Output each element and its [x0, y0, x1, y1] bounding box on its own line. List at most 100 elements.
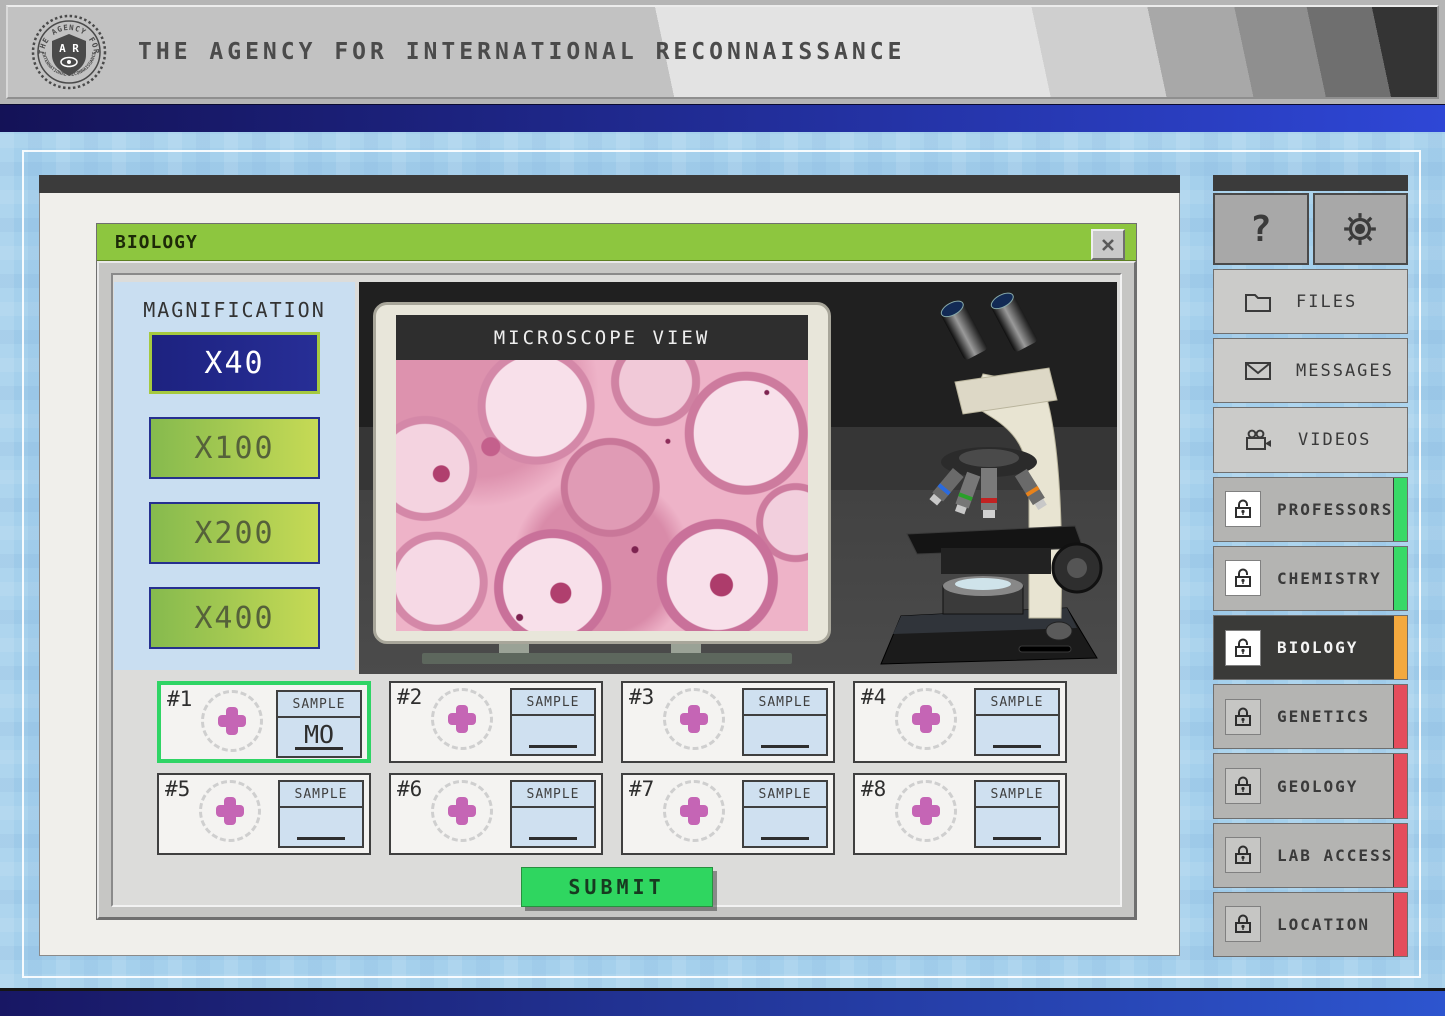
sidebar-item-biology[interactable]: BIOLOGY: [1213, 615, 1408, 680]
sample-input-box: SAMPLE: [974, 780, 1060, 848]
slot-number: #3: [629, 685, 654, 709]
specimen-blob-icon: [448, 705, 476, 733]
app-header: THE AGENCY FOR INTERNATIONAL RECONNAISSA…: [0, 0, 1445, 104]
magnification-x40-button[interactable]: X40: [149, 332, 320, 394]
sample-value-field[interactable]: [297, 837, 345, 840]
gear-icon: [1341, 210, 1379, 248]
status-stripe: [1393, 616, 1407, 679]
status-stripe: [1393, 754, 1407, 817]
microscope-area: MICROSCOPE VIEW: [359, 282, 1117, 674]
slot-number: #7: [629, 777, 654, 801]
question-mark-icon: ?: [1250, 209, 1272, 250]
padlock-locked-icon: [1231, 774, 1255, 798]
status-stripe: [1393, 893, 1407, 956]
microscope-illustration: [871, 286, 1107, 670]
sample-slot-7[interactable]: #7 SAMPLE: [621, 773, 835, 855]
sample-slot-8[interactable]: #8 SAMPLE: [853, 773, 1067, 855]
bottom-blue-bar: [0, 988, 1445, 1016]
microscope-monitor: MICROSCOPE VIEW: [373, 302, 831, 644]
slot-number: #2: [397, 685, 422, 709]
sample-input-box: SAMPLE MO: [276, 690, 362, 758]
close-button[interactable]: [1091, 229, 1125, 260]
microscope-cell-image: [396, 360, 808, 631]
sample-value-field[interactable]: [761, 837, 809, 840]
sample-value-field[interactable]: MO: [295, 722, 343, 750]
sample-slot-4[interactable]: #4 SAMPLE: [853, 681, 1067, 763]
status-stripe: [1393, 824, 1407, 887]
magnification-x400-button[interactable]: X400: [149, 587, 320, 649]
application-root: THE AGENCY FOR INTERNATIONAL RECONNAISSA…: [0, 0, 1445, 1016]
sample-box-label: SAMPLE: [976, 690, 1058, 716]
seal-monogram: A R: [59, 42, 79, 55]
specimen-blob-icon: [912, 797, 940, 825]
sidebar-item-files[interactable]: FILES: [1213, 269, 1408, 334]
sample-input-box: SAMPLE: [510, 688, 596, 756]
padlock-unlocked-icon: [1231, 566, 1255, 590]
sidebar-item-chemistry[interactable]: CHEMISTRY: [1213, 546, 1408, 611]
sample-slot-2[interactable]: #2 SAMPLE: [389, 681, 603, 763]
window-body: MAGNIFICATION X40 X100 X200 X400 MICROSC…: [97, 261, 1136, 919]
slot-number: #4: [861, 685, 886, 709]
help-button[interactable]: ?: [1213, 193, 1309, 265]
specimen-blob-icon: [912, 705, 940, 733]
sample-value-field[interactable]: [761, 745, 809, 748]
sample-input-box: SAMPLE: [278, 780, 364, 848]
sample-slot-1[interactable]: #1 SAMPLE MO: [157, 681, 371, 763]
sample-box-label: SAMPLE: [976, 782, 1058, 808]
specimen-blob-icon: [218, 707, 246, 735]
padlock-unlocked-icon: [1231, 497, 1255, 521]
magnification-panel: MAGNIFICATION X40 X100 X200 X400: [114, 282, 355, 670]
sidebar: ? FILES: [1213, 175, 1408, 957]
microscope-view-title: MICROSCOPE VIEW: [396, 315, 808, 360]
main-panel-topbar: [39, 175, 1180, 193]
sidebar-item-genetics[interactable]: GENETICS: [1213, 684, 1408, 749]
specimen-blob-icon: [448, 797, 476, 825]
sample-slot-6[interactable]: #6 SAMPLE: [389, 773, 603, 855]
specimen-dish: [663, 688, 725, 750]
sample-slot-5[interactable]: #5 SAMPLE: [157, 773, 371, 855]
sidebar-item-geology[interactable]: GEOLOGY: [1213, 753, 1408, 818]
specimen-dish: [431, 780, 493, 842]
sample-box-label: SAMPLE: [278, 692, 360, 718]
slot-number: #6: [397, 777, 422, 801]
specimen-dish: [431, 688, 493, 750]
specimen-dish: [895, 688, 957, 750]
magnification-x100-button[interactable]: X100: [149, 417, 320, 479]
window-titlebar: BIOLOGY: [97, 224, 1136, 261]
sample-slot-3[interactable]: #3 SAMPLE: [621, 681, 835, 763]
video-camera-icon: [1244, 428, 1274, 452]
sample-box-label: SAMPLE: [744, 782, 826, 808]
sample-value-field[interactable]: [993, 745, 1041, 748]
specimen-blob-icon: [680, 705, 708, 733]
sidebar-item-videos[interactable]: VIDEOS: [1213, 407, 1408, 472]
sidebar-item-professors[interactable]: PROFESSORS: [1213, 477, 1408, 542]
specimen-dish: [199, 780, 261, 842]
sample-box-label: SAMPLE: [280, 782, 362, 808]
settings-button[interactable]: [1313, 193, 1409, 265]
status-stripe: [1393, 478, 1407, 541]
specimen-dish: [201, 690, 263, 752]
seal-shield: [52, 34, 86, 76]
sidebar-item-location[interactable]: LOCATION: [1213, 892, 1408, 957]
slot-number: #8: [861, 777, 886, 801]
specimen-dish: [663, 780, 725, 842]
slot-number: #5: [165, 777, 190, 801]
sidebar-item-messages[interactable]: MESSAGES: [1213, 338, 1408, 403]
sidebar-topbar: [1213, 175, 1408, 191]
app-title: THE AGENCY FOR INTERNATIONAL RECONNAISSA…: [138, 39, 905, 65]
sample-value-field[interactable]: [529, 837, 577, 840]
specimen-blob-icon: [216, 797, 244, 825]
sample-input-box: SAMPLE: [510, 780, 596, 848]
sample-box-label: SAMPLE: [512, 690, 594, 716]
sample-value-field[interactable]: [529, 745, 577, 748]
sidebar-item-lab-access[interactable]: LAB ACCESS: [1213, 823, 1408, 888]
specimen-blob-icon: [680, 797, 708, 825]
magnification-x200-button[interactable]: X200: [149, 502, 320, 564]
padlock-unlocked-icon: [1231, 636, 1255, 660]
slot-number: #1: [167, 687, 192, 711]
sample-input-box: SAMPLE: [742, 780, 828, 848]
submit-button[interactable]: SUBMIT: [521, 867, 713, 907]
window-content: MAGNIFICATION X40 X100 X200 X400 MICROSC…: [111, 273, 1122, 907]
sample-value-field[interactable]: [993, 837, 1041, 840]
close-icon: [1100, 237, 1116, 253]
